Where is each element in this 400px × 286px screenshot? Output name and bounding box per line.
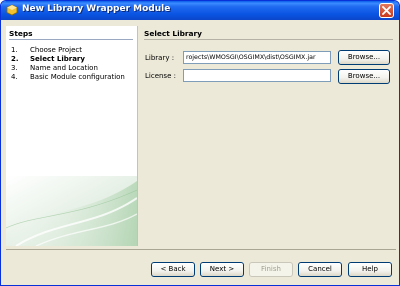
title-bar[interactable]: New Library Wrapper Module	[1, 1, 399, 20]
dialog-window: New Library Wrapper Module Steps 1. Choo…	[0, 0, 400, 286]
back-button[interactable]: < Back	[151, 262, 195, 277]
step-label: Select Library	[30, 55, 85, 63]
steps-panel: Steps 1. Choose Project 2. Select Librar…	[6, 26, 137, 246]
next-button[interactable]: Next >	[200, 262, 244, 277]
step-number: 1.	[11, 46, 18, 54]
window-title: New Library Wrapper Module	[22, 4, 171, 14]
library-input[interactable]	[183, 51, 331, 64]
step-label: Name and Location	[30, 64, 98, 72]
step-number: 2.	[11, 55, 19, 63]
footer-divider	[6, 249, 396, 250]
divider	[144, 39, 393, 40]
divider	[9, 39, 133, 40]
license-browse-button[interactable]: Browse...	[338, 69, 390, 84]
license-label: License :	[145, 72, 176, 80]
content-panel: Select Library Library : Browse... Licen…	[137, 26, 396, 246]
cancel-button[interactable]: Cancel	[298, 262, 342, 277]
close-button[interactable]	[379, 3, 394, 18]
step-number: 4.	[11, 73, 18, 81]
help-button[interactable]: Help	[348, 262, 392, 277]
finish-button[interactable]: Finish	[249, 262, 293, 277]
step-label: Basic Module configuration	[30, 73, 125, 81]
license-input[interactable]	[183, 69, 331, 82]
panel-title: Select Library	[144, 29, 202, 38]
steps-header: Steps	[6, 26, 137, 42]
decorative-wave-art	[6, 176, 137, 246]
step-number: 3.	[11, 64, 18, 72]
step-label: Choose Project	[30, 46, 83, 54]
library-browse-button[interactable]: Browse...	[338, 50, 390, 65]
close-icon	[382, 6, 391, 15]
library-label: Library :	[145, 54, 175, 62]
module-icon	[6, 4, 18, 16]
steps-heading: Steps	[9, 29, 33, 38]
